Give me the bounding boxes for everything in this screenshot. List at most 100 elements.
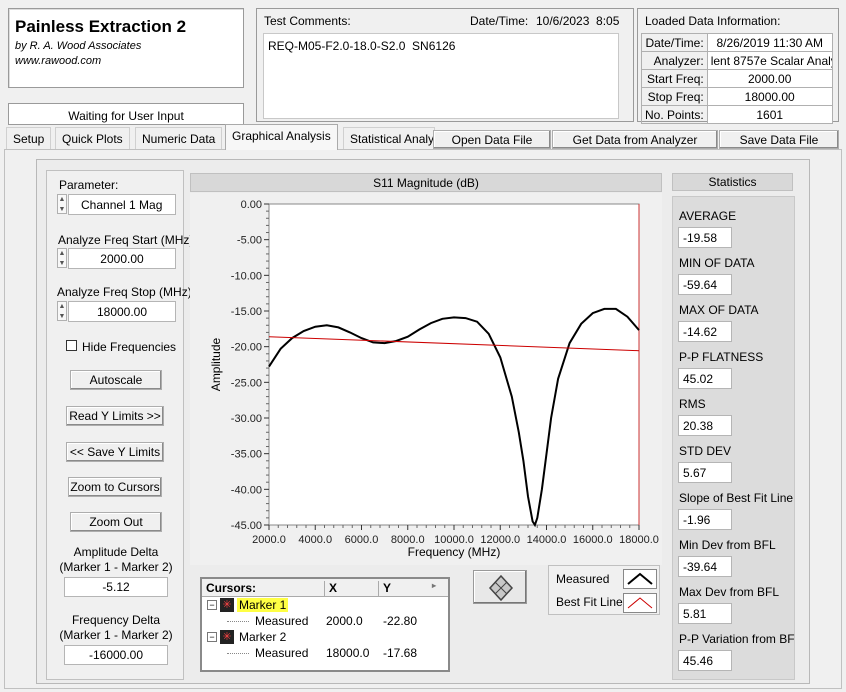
datetime-value: 10/6/2023 8:05 — [536, 14, 620, 28]
marker2-row[interactable]: − ✳ Marker 2 — [202, 630, 448, 646]
app-website: www.rawood.com — [15, 55, 102, 67]
y-tick-label: -25.00 — [231, 377, 262, 389]
hide-frequencies-checkbox[interactable] — [66, 340, 77, 351]
cursor-header-x: X — [324, 581, 381, 596]
marker1-x: 2000.0 — [326, 614, 363, 628]
plot-legend: Measured Best Fit Line — [548, 565, 660, 615]
x-tick-label: 14000.0 — [527, 534, 567, 546]
pan-tool-button[interactable] — [473, 570, 527, 604]
comments-text: REQ-M05-F2.0-18.0-S2.0 SN6126 — [268, 39, 456, 53]
frequency-delta-value: -16000.00 — [64, 645, 168, 665]
marker1-label: Marker 1 — [237, 598, 289, 612]
marker2-y: -17.68 — [383, 646, 418, 660]
info-value: 1601 — [706, 105, 833, 124]
stop-freq-input[interactable]: 18000.00 — [68, 301, 176, 322]
amplitude-delta-value: -5.12 — [64, 577, 168, 597]
legend-bfl-line-icon — [627, 597, 653, 609]
tab-quick-plots[interactable]: Quick Plots — [55, 127, 130, 149]
info-row: Start Freq: 2000.00 — [641, 69, 833, 88]
stat-value: 20.38 — [678, 415, 732, 436]
tree-line — [227, 621, 249, 622]
autoscale-button[interactable]: Autoscale — [70, 370, 162, 390]
cursor-header-row: Cursors: X Y ▸ — [202, 579, 448, 597]
info-key: Analyzer: — [641, 51, 708, 70]
info-value: 2000.00 — [706, 69, 833, 88]
open-data-file-button[interactable]: Open Data File — [433, 130, 551, 149]
info-key: Start Freq: — [641, 69, 708, 88]
y-tick-label: -30.00 — [231, 413, 262, 425]
status-text: Waiting for User Input — [68, 109, 184, 123]
scroll-right-icon[interactable]: ▸ — [432, 581, 436, 590]
marker2-measured-label: Measured — [255, 646, 309, 660]
status-box: Waiting for User Input — [8, 103, 244, 125]
legend-measured-label: Measured — [556, 572, 610, 586]
marker1-row[interactable]: − ✳ Marker 1 — [202, 598, 448, 614]
loaded-data-title: Loaded Data Information: — [645, 14, 781, 28]
frequency-delta-sublabel: (Marker 1 - Marker 2) — [59, 628, 173, 642]
collapse-icon[interactable]: − — [207, 632, 217, 642]
stop-freq-spinner[interactable]: ▲ ▼ — [57, 301, 67, 321]
cursor-header-name: Cursors: — [206, 581, 257, 595]
save-data-file-button[interactable]: Save Data File — [719, 130, 839, 149]
stat-value: -59.64 — [678, 274, 732, 295]
y-tick-label: -40.00 — [231, 484, 262, 496]
read-y-limits-button[interactable]: Read Y Limits >> — [66, 406, 164, 426]
stat-label: MIN OF DATA — [679, 256, 755, 270]
y-axis-label: Amplitude — [209, 338, 223, 392]
comments-field[interactable]: REQ-M05-F2.0-18.0-S2.0 SN6126 — [263, 33, 619, 119]
tab-setup[interactable]: Setup — [6, 127, 52, 149]
parameter-spinner[interactable]: ▲ ▼ — [57, 194, 67, 214]
y-tick-label: 0.00 — [241, 199, 262, 211]
datetime-label: Date/Time: — [470, 14, 529, 28]
tab-numeric-data[interactable]: Numeric Data — [135, 127, 223, 149]
chart-svg[interactable]: 0.00 -5.00 -10.00 -15.00 -20.00 -25.00 -30.00 -… — [190, 193, 662, 565]
x-tick-label: 16000.0 — [573, 534, 613, 546]
stat-label: P-P Variation from BF — [679, 632, 795, 646]
x-tick-label: 4000.0 — [298, 534, 332, 546]
app-title-box: Painless Extraction 2 by R. A. Wood Asso… — [8, 8, 244, 88]
info-row: Stop Freq: 18000.00 — [641, 87, 833, 106]
marker2-label: Marker 2 — [239, 630, 287, 644]
amplitude-delta-label: Amplitude Delta — [73, 545, 159, 559]
tab-statistical-analysis[interactable]: Statistical Analy — [343, 127, 435, 149]
save-y-limits-button[interactable]: << Save Y Limits — [66, 442, 164, 462]
legend-bfl-swatch[interactable] — [623, 593, 657, 613]
zoom-to-cursors-button[interactable]: Zoom to Cursors — [68, 477, 162, 497]
marker2-measured-row: Measured 18000.0 -17.68 — [202, 646, 448, 662]
stat-value: 45.46 — [678, 650, 732, 671]
tab-graphical-analysis[interactable]: Graphical Analysis — [225, 124, 338, 150]
stat-label: Slope of Best Fit Line — [679, 491, 794, 505]
y-tick-label: -15.00 — [231, 306, 262, 318]
comments-label: Test Comments: — [264, 14, 351, 28]
stat-label: Max Dev from BFL — [679, 585, 780, 599]
get-data-from-analyzer-button[interactable]: Get Data from Analyzer — [552, 130, 718, 149]
pan-icon — [488, 574, 514, 602]
info-key: Stop Freq: — [641, 87, 708, 106]
stat-value: 45.02 — [678, 368, 732, 389]
comments-box: Test Comments: Date/Time: 10/6/2023 8:05… — [256, 8, 634, 122]
y-tick-label: -45.00 — [231, 520, 262, 532]
y-tick-label: -10.00 — [231, 270, 262, 282]
start-freq-spinner[interactable]: ▲ ▼ — [57, 248, 67, 268]
plot-area — [268, 203, 640, 526]
app-author: by R. A. Wood Associates — [15, 40, 142, 52]
loaded-data-table: Date/Time: 8/26/2019 11:30 AM Analyzer: le… — [641, 33, 833, 124]
chart-title: S11 Magnitude (dB) — [373, 176, 479, 190]
stat-label: P-P FLATNESS — [679, 350, 764, 364]
chart-area: 0.00 -5.00 -10.00 -15.00 -20.00 -25.00 -30.00 -… — [190, 193, 662, 565]
statistics-title: Statistics — [708, 175, 757, 189]
start-freq-input[interactable]: 2000.00 — [68, 248, 176, 269]
zoom-out-button[interactable]: Zoom Out — [70, 512, 162, 532]
stat-value: -39.64 — [678, 556, 732, 577]
x-axis-label: Frequency (MHz) — [408, 545, 501, 559]
collapse-icon[interactable]: − — [207, 600, 217, 610]
app-title: Painless Extraction 2 — [15, 17, 187, 36]
parameter-select[interactable]: Channel 1 Mag — [68, 194, 176, 215]
marker2-symbol-icon: ✳ — [220, 630, 234, 644]
frequency-delta-label: Frequency Delta — [71, 613, 161, 627]
stat-label: RMS — [679, 397, 706, 411]
info-key: Date/Time: — [641, 33, 708, 52]
legend-measured-swatch[interactable] — [623, 569, 657, 589]
stat-value: -14.62 — [678, 321, 732, 342]
legend-measured-line-icon — [627, 572, 653, 585]
